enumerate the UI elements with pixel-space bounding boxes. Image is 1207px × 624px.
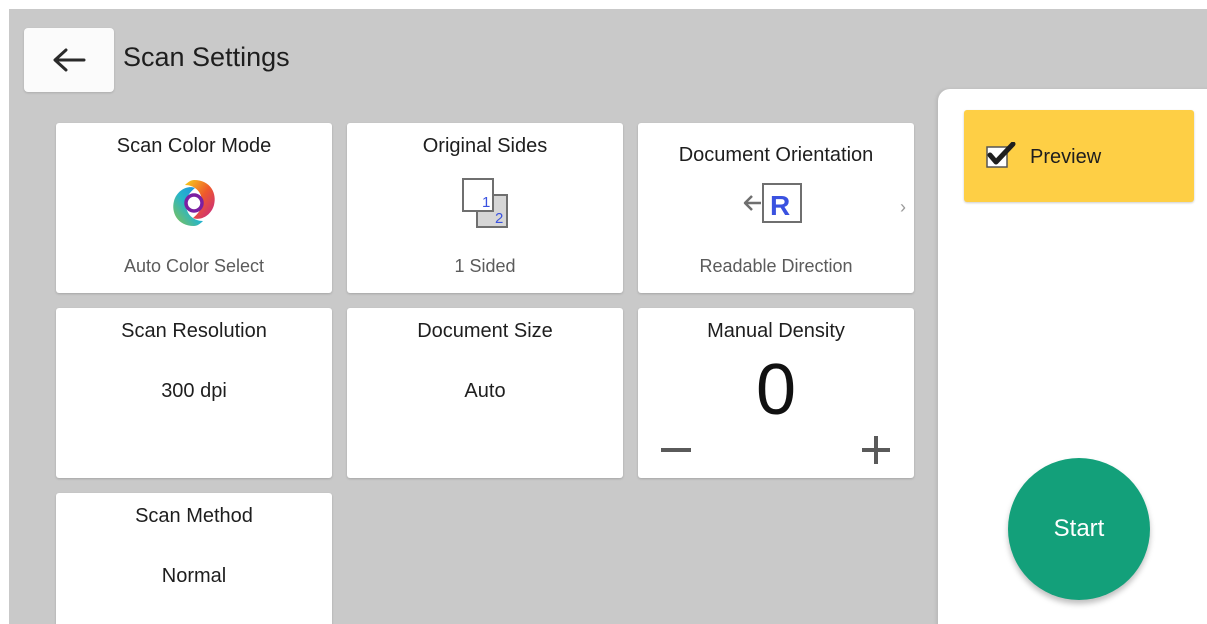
tile-title: Document Size — [417, 320, 553, 342]
back-button[interactable] — [24, 28, 114, 92]
color-wheel-icon — [56, 173, 332, 233]
document-orientation-tile[interactable]: Document Orientation R › Readable Direct… — [638, 123, 914, 293]
density-decrease-button[interactable] — [654, 432, 698, 468]
arrow-left-icon — [53, 48, 86, 72]
start-button[interactable]: Start — [1008, 458, 1150, 600]
manual-density-tile: Manual Density 0 — [638, 308, 914, 478]
preview-label: Preview — [1030, 146, 1102, 168]
svg-text:R: R — [770, 190, 790, 221]
plus-icon — [862, 436, 890, 464]
original-sides-tile[interactable]: Original Sides 1 2 1 Sided — [347, 123, 623, 293]
tile-value: 300 dpi — [161, 380, 227, 402]
tile-value: Auto — [464, 380, 506, 402]
preview-toggle[interactable]: Preview — [964, 110, 1194, 202]
tile-value: Readable Direction — [699, 256, 853, 276]
tile-title: Scan Resolution — [121, 320, 267, 342]
readable-direction-icon: R — [638, 173, 914, 233]
density-increase-button[interactable] — [854, 432, 898, 468]
tile-title: Document Orientation — [678, 144, 874, 166]
tile-title: Original Sides — [422, 135, 548, 157]
checkbox-checked-icon — [986, 142, 1016, 168]
svg-text:2: 2 — [495, 210, 503, 227]
scan-resolution-tile[interactable]: Scan Resolution 300 dpi — [56, 308, 332, 478]
tile-title: Scan Color Mode — [116, 135, 272, 157]
density-value: 0 — [755, 350, 797, 430]
scan-settings-screen: Scan Settings Scan Color Mode Auto Color… — [9, 9, 1207, 624]
document-size-tile[interactable]: Document Size Auto — [347, 308, 623, 478]
side-panel: Preview Start — [938, 89, 1207, 624]
scan-color-mode-tile[interactable]: Scan Color Mode Auto Color Select — [56, 123, 332, 293]
scan-method-tile[interactable]: Scan Method Normal — [56, 493, 332, 624]
tile-value: Normal — [161, 565, 227, 587]
tile-value: Auto Color Select — [123, 256, 265, 276]
tile-value: 1 Sided — [454, 256, 516, 276]
tile-title: Scan Method — [135, 505, 253, 527]
svg-text:1: 1 — [482, 194, 490, 211]
tile-title: Manual Density — [707, 320, 845, 342]
minus-icon — [661, 448, 691, 452]
one-sided-icon: 1 2 — [347, 173, 623, 233]
chevron-right-icon: › — [900, 197, 906, 217]
page-title: Scan Settings — [123, 42, 290, 72]
